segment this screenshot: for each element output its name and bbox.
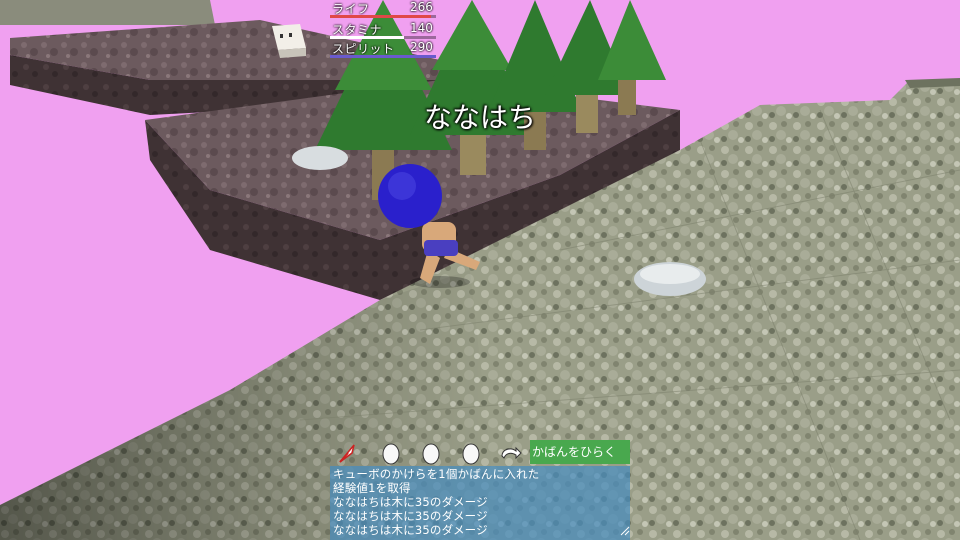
spirit-bar (330, 55, 436, 58)
log-line: 経験値1を取得 (333, 481, 411, 495)
far-rock-block (0, 0, 215, 25)
life-bar-fill (330, 15, 431, 18)
toolbar-slot-feather[interactable] (334, 440, 360, 466)
feather-pen-icon (339, 444, 355, 463)
message-log: キューボのかけらを1個かばんに入れた 経験値1を取得 ななはちは木に35のダメー… (330, 466, 630, 540)
life-bar (330, 15, 436, 18)
open-bag-button[interactable]: かばんをひらく (530, 440, 630, 464)
stamina-bar-fill (330, 36, 405, 39)
white-stone[interactable] (292, 146, 348, 170)
log-line: ななはちは木に35のダメージ (333, 523, 488, 537)
log-line: キューボのかけらを1個かばんに入れた (333, 467, 540, 481)
toolbar-slot-egg-1[interactable] (378, 440, 404, 466)
spirit-stat: スピリット 290 (330, 40, 440, 58)
stamina-value: 140 (410, 21, 433, 35)
log-line: ななはちは木に35のダメージ (333, 495, 488, 509)
toolbar-slot-swap[interactable] (498, 440, 524, 466)
life-stat: ライフ 266 (330, 0, 440, 18)
toolbar-slot-egg-3[interactable] (458, 440, 484, 466)
egg-icon (422, 443, 440, 465)
player-name-label: ななはち (423, 101, 536, 134)
log-scroll-handle-icon[interactable] (620, 522, 630, 536)
egg-icon (462, 443, 480, 465)
spirit-value: 290 (410, 40, 433, 54)
spirit-bar-fill (330, 55, 436, 58)
stamina-bar (330, 36, 436, 39)
egg-icon (382, 443, 400, 465)
toolbar-slot-egg-2[interactable] (418, 440, 444, 466)
stamina-stat: スタミナ 140 (330, 21, 440, 39)
life-value: 266 (410, 0, 433, 14)
swap-arrow-icon (501, 446, 522, 460)
log-line: ななはちは木に35のダメージ (333, 509, 488, 523)
